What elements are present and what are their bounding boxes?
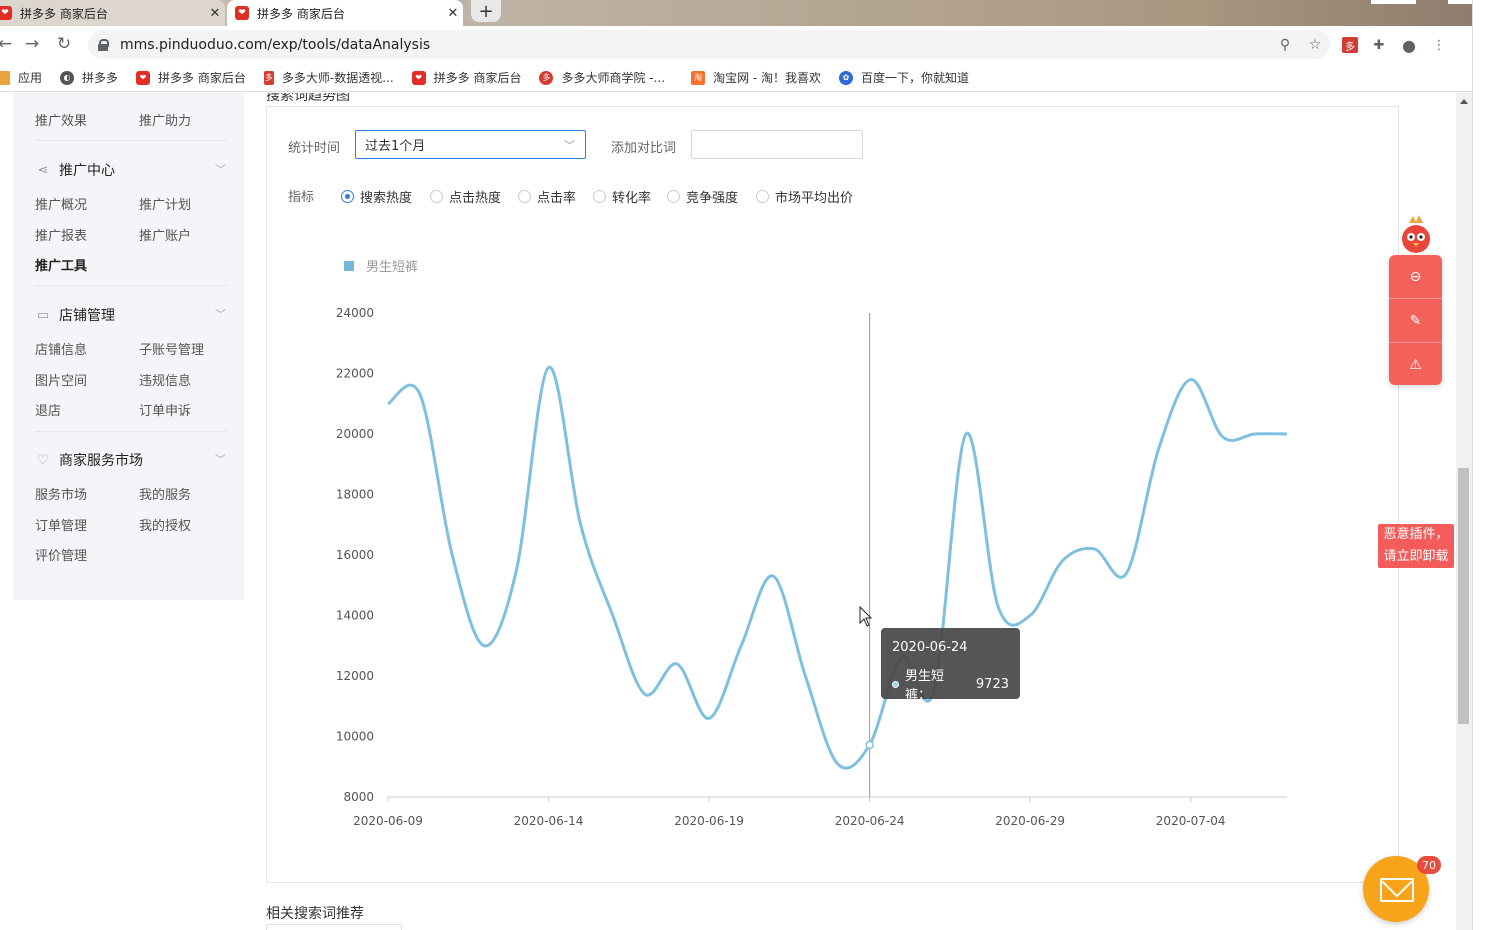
taobao-icon: 淘 — [691, 70, 706, 85]
bookmark-item[interactable]: 淘 淘宝网 - 淘！我喜欢 — [691, 69, 821, 86]
y-tick-label: 18000 — [336, 488, 374, 502]
tab-active[interactable]: ❤ 拼多多 商家后台 ✕ — [227, 0, 463, 26]
y-tick-label: 8000 — [343, 790, 374, 804]
tab-bar: ❤ 拼多多 商家后台 ✕ ❤ 拼多多 商家后台 ✕ + — [0, 0, 1488, 26]
apps-grid-icon — [0, 70, 10, 85]
x-tick-label: 2020-06-29 — [995, 814, 1065, 828]
page-body: 推广效果 推广助力 ⋖ 推广中心 ﹀ 推广概况 推广计划 推广报表 推广账户 推… — [0, 93, 1472, 930]
bookmark-item[interactable]: 多 多多大师-数据透视... — [263, 69, 394, 86]
tooltip-value: 9723 — [975, 676, 1009, 692]
tab-title: 拼多多 商家后台 — [257, 6, 345, 21]
mail-icon — [1380, 878, 1414, 902]
duoduo-master-icon: 多 — [263, 70, 274, 85]
x-tick-label: 2020-06-19 — [674, 814, 744, 828]
pdd-icon: ❤ — [411, 70, 426, 85]
star-icon[interactable]: ☆ — [1300, 37, 1330, 53]
related-keywords-title: 相关搜索词推荐 — [266, 906, 364, 922]
bookmark-apps[interactable]: 应用 — [0, 69, 42, 86]
warning-icon[interactable]: ⚠ — [1389, 343, 1442, 386]
y-tick-label: 10000 — [336, 730, 374, 744]
y-tick-label: 16000 — [336, 548, 374, 562]
menu-dots-icon[interactable]: ⋮ — [1430, 36, 1448, 54]
edit-icon[interactable]: ✎ — [1389, 299, 1442, 342]
malicious-plugin-warning[interactable]: 恶意插件， 请立即卸载 — [1378, 524, 1454, 568]
address-bar[interactable]: mms.pinduoduo.com/exp/tools/dataAnalysis… — [88, 30, 1330, 59]
mouse-cursor-icon — [859, 606, 873, 627]
data-point — [865, 740, 874, 750]
x-tick-label: 2020-07-04 — [1156, 814, 1226, 828]
y-tick-label: 24000 — [336, 306, 374, 320]
window-strip — [1448, 0, 1472, 4]
related-keywords-table — [266, 924, 402, 930]
account-icon[interactable]: ● — [1400, 36, 1418, 55]
tooltip-series-label: 男生短裤： — [905, 669, 945, 703]
mascot-icon[interactable] — [1395, 213, 1437, 255]
page-scrollbar[interactable] — [1456, 93, 1472, 930]
bookmark-item[interactable]: ◐ 拼多多 — [60, 69, 118, 86]
scrollbar-thumb[interactable] — [1458, 468, 1469, 724]
x-tick-label: 2020-06-24 — [835, 814, 905, 828]
pdd-tab-icon: ❤ — [0, 6, 12, 20]
x-tick-label: 2020-06-09 — [353, 814, 423, 828]
window-strip — [1371, 0, 1416, 4]
close-tab-icon[interactable]: ✕ — [443, 6, 463, 21]
lock-icon — [98, 39, 109, 51]
series-line-男生短裤 — [387, 365, 1288, 770]
window-edge — [1472, 0, 1488, 930]
chat-icon[interactable]: ⊖ — [1389, 255, 1442, 298]
y-tick-label: 14000 — [336, 609, 374, 623]
browser-toolbar: ← → ↻ mms.pinduoduo.com/exp/tools/dataAn… — [0, 26, 1472, 64]
reload-icon[interactable]: ↻ — [53, 34, 75, 54]
bookmarks-bar: 应用 ◐ 拼多多 ❤ 拼多多 商家后台 多 多多大师-数据透视... ❤ 拼多多… — [0, 64, 1472, 92]
url-text[interactable]: mms.pinduoduo.com/exp/tools/dataAnalysis — [120, 37, 1270, 53]
back-icon[interactable]: ← — [0, 34, 16, 54]
extension-icon[interactable]: 多 — [1342, 37, 1358, 53]
scroll-up-arrow-icon[interactable] — [1460, 99, 1468, 104]
bookmark-item[interactable]: ❤ 拼多多 商家后台 — [411, 69, 521, 86]
tab-title: 拼多多 商家后台 — [20, 6, 108, 21]
message-count-badge: 70 — [1417, 856, 1441, 874]
forward-icon[interactable]: → — [21, 34, 43, 54]
floating-toolbar: ⊖ ✎ ⚠ — [1389, 255, 1442, 385]
bookmark-item[interactable]: 多 多多大师商学院 -... — [539, 69, 665, 86]
baidu-paw-icon: ✿ — [839, 70, 854, 85]
x-tick-label: 2020-06-14 — [514, 814, 584, 828]
puzzle-icon[interactable]: ✚ — [1370, 36, 1388, 54]
tab-inactive[interactable]: ❤ 拼多多 商家后台 ✕ — [0, 0, 225, 26]
pdd-tab-icon: ❤ — [235, 6, 249, 20]
new-tab-button[interactable]: + — [471, 0, 501, 22]
tooltip-series-dot — [892, 680, 899, 688]
pdd-icon: ❤ — [136, 70, 151, 85]
zoom-icon[interactable]: ⚲ — [1270, 37, 1300, 53]
bookmark-item[interactable]: ❤ 拼多多 商家后台 — [136, 69, 246, 86]
trend-chart[interactable]: 8000 10000 12000 14000 16000 18000 20000 22000 2… — [0, 93, 1472, 930]
close-tab-icon[interactable]: ✕ — [205, 6, 225, 21]
chart-tooltip: 2020-06-24 男生短裤： 9723 — [881, 628, 1020, 703]
bookmark-item[interactable]: ✿ 百度一下，你就知道 — [839, 69, 969, 86]
y-tick-label: 22000 — [336, 367, 374, 381]
tooltip-date: 2020-06-24 — [892, 640, 968, 655]
y-tick-label: 20000 — [336, 427, 374, 441]
globe-icon: ◐ — [60, 70, 75, 85]
academy-icon: 多 — [539, 70, 554, 85]
y-tick-label: 12000 — [336, 669, 374, 683]
